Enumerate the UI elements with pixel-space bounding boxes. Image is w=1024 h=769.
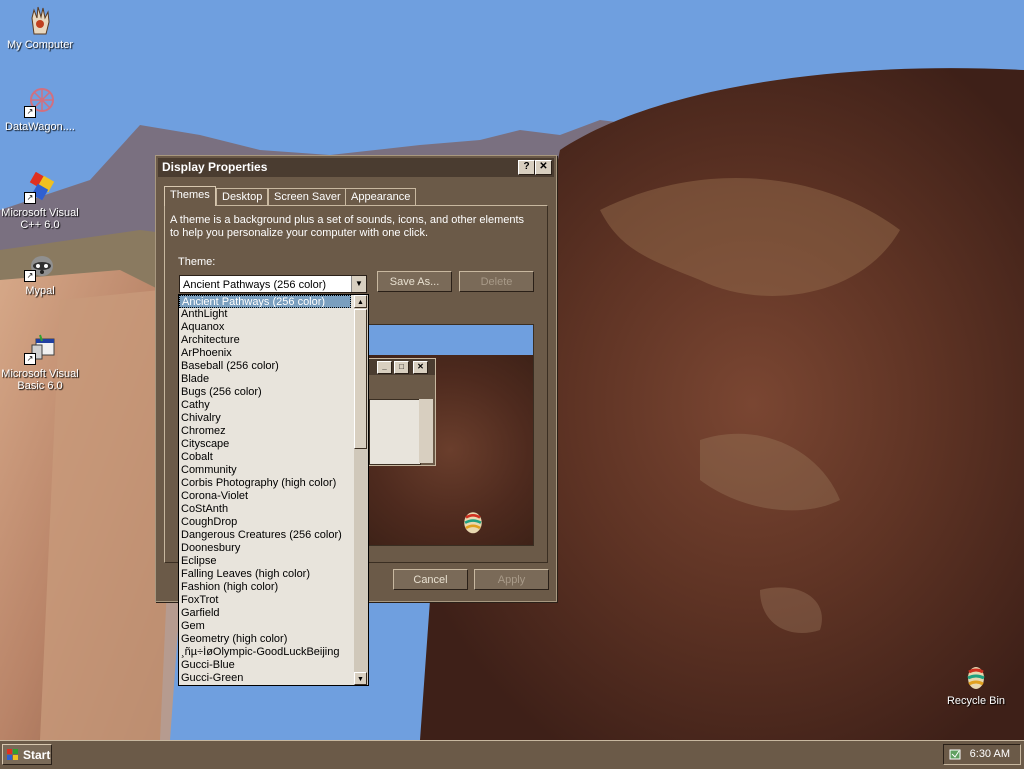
theme-list-item[interactable]: Geometry (high color)	[179, 633, 353, 646]
theme-list-item[interactable]: Bugs (256 color)	[179, 386, 353, 399]
desktop-icon-mypal[interactable]: ↗ Mypal	[0, 250, 80, 297]
shortcut-arrow-icon: ↗	[24, 353, 36, 365]
tab-screen-saver[interactable]: Screen Saver	[268, 188, 347, 205]
theme-list-item[interactable]: ¸ñµ÷ÍøOlympic-GoodLuckBeijing	[179, 646, 353, 659]
shortcut-arrow-icon: ↗	[24, 106, 36, 118]
start-label: Start	[23, 748, 51, 762]
desktop-icon-visual-cpp[interactable]: ↗ Microsoft Visual C++ 6.0	[0, 171, 80, 231]
theme-list-item[interactable]: Cityscape	[179, 438, 353, 451]
tab-themes[interactable]: Themes	[164, 186, 216, 206]
theme-list-item[interactable]: Chromez	[179, 425, 353, 438]
desktop-icon-visual-basic[interactable]: ↗ Microsoft Visual Basic 6.0	[0, 333, 80, 392]
recycle-bin-icon	[960, 660, 992, 692]
theme-list-item[interactable]: Baseball (256 color)	[179, 360, 353, 373]
theme-list-item[interactable]: Dangerous Creatures (256 color)	[179, 529, 353, 542]
desktop-icon-datawagon[interactable]: ↗ DataWagon....	[0, 86, 80, 133]
minimize-icon: _	[377, 361, 392, 374]
theme-list-item[interactable]: Fashion (high color)	[179, 581, 353, 594]
preview-recycle-bin-icon	[464, 512, 482, 534]
preview-mini-body	[369, 399, 421, 465]
tab-desktop[interactable]: Desktop	[216, 188, 269, 205]
visual-cpp-icon: ↗	[24, 171, 56, 204]
desktop-icon-label: My Computer	[6, 39, 74, 51]
theme-description: A theme is a background plus a set of so…	[170, 214, 525, 239]
visual-basic-icon: ↗	[24, 333, 56, 365]
desktop-icon-label: Microsoft Visual C++ 6.0	[1, 207, 79, 231]
theme-list-item[interactable]: CoughDrop	[179, 516, 353, 529]
theme-list-item[interactable]: Gucci-Green	[179, 672, 353, 685]
close-icon: ✕	[413, 361, 428, 374]
theme-list-item[interactable]: Chivalry	[179, 412, 353, 425]
theme-list-item[interactable]: Architecture	[179, 334, 353, 347]
tab-appearance[interactable]: Appearance	[345, 188, 417, 205]
theme-list-item[interactable]: Aquanox	[179, 321, 353, 334]
theme-list-item[interactable]: Corona-Violet	[179, 490, 353, 503]
preview-sky	[349, 325, 533, 355]
theme-list-scrollbar[interactable]: ▲ ▼	[354, 295, 368, 685]
taskbar: Start 6:30 AM	[0, 740, 1024, 769]
theme-list-item[interactable]: Doonesbury	[179, 542, 353, 555]
scrollbar-thumb[interactable]	[354, 309, 367, 449]
theme-list-item[interactable]: AnthLight	[179, 308, 353, 321]
desktop-icon-recycle-bin[interactable]: Recycle Bin	[936, 660, 1016, 707]
scroll-up-icon[interactable]: ▲	[354, 295, 367, 308]
theme-list-item[interactable]: CoStAnth	[179, 503, 353, 516]
theme-list-item[interactable]: Corbis Photography (high color)	[179, 477, 353, 490]
theme-list-item[interactable]: Blade	[179, 373, 353, 386]
theme-combobox-value: Ancient Pathways (256 color)	[183, 279, 327, 291]
chevron-down-icon[interactable]: ▼	[351, 276, 366, 292]
theme-combobox[interactable]: Ancient Pathways (256 color) ▼	[179, 275, 367, 293]
close-button[interactable]: ✕	[535, 160, 552, 175]
start-button[interactable]: Start	[2, 744, 52, 765]
wagon-wheel-icon: ↗	[24, 86, 56, 118]
help-button[interactable]: ?	[518, 160, 535, 175]
theme-list-item[interactable]: Cobalt	[179, 451, 353, 464]
theme-list-item[interactable]: Garfield	[179, 607, 353, 620]
scroll-down-icon[interactable]: ▼	[354, 672, 367, 685]
desktop-icon-label: Mypal	[25, 285, 55, 297]
desktop-icon-my-computer[interactable]: My Computer	[0, 4, 80, 51]
theme-list-item[interactable]: Eclipse	[179, 555, 353, 568]
raccoon-icon: ↗	[24, 250, 56, 282]
clock[interactable]: 6:30 AM	[970, 745, 1010, 764]
desktop-icon-label: Recycle Bin	[946, 695, 1006, 707]
apply-button[interactable]: Apply	[474, 569, 549, 590]
desktop-icon-label: Microsoft Visual Basic 6.0	[1, 368, 79, 392]
theme-list-item[interactable]: Falling Leaves (high color)	[179, 568, 353, 581]
delete-button[interactable]: Delete	[459, 271, 534, 292]
windows-logo-icon	[7, 749, 18, 760]
theme-list-item[interactable]: Ancient Pathways (256 color)	[179, 295, 351, 308]
preview-mini-titlebar: _ □ ✕	[369, 359, 435, 375]
window-titlebar[interactable]: Display Properties ? ✕	[158, 158, 554, 177]
theme-dropdown-list[interactable]: Ancient Pathways (256 color) AnthLight Aqu…	[178, 294, 369, 686]
theme-label: Theme:	[178, 256, 216, 268]
save-as-button[interactable]: Save As...	[377, 271, 452, 292]
theme-list-item[interactable]: FoxTrot	[179, 594, 353, 607]
shortcut-arrow-icon: ↗	[24, 192, 36, 204]
tray-app-icon[interactable]	[949, 748, 962, 761]
theme-list-item[interactable]: Gem	[179, 620, 353, 633]
preview-mini-window: _ □ ✕	[368, 358, 436, 466]
system-tray: 6:30 AM	[943, 744, 1021, 765]
theme-list-item[interactable]: ArPhoenix	[179, 347, 353, 360]
desktop-icon-label: DataWagon....	[5, 121, 75, 133]
shortcut-arrow-icon: ↗	[24, 270, 36, 282]
theme-list-item[interactable]: Community	[179, 464, 353, 477]
preview-mini-scrollbar	[419, 399, 433, 463]
theme-list-items: Ancient Pathways (256 color) AnthLight Aqu…	[179, 295, 368, 685]
hand-icon	[24, 4, 56, 36]
maximize-icon: □	[394, 361, 409, 374]
theme-list-item[interactable]: Gucci-Blue	[179, 659, 353, 672]
theme-list-item[interactable]: Cathy	[179, 399, 353, 412]
cancel-button[interactable]: Cancel	[393, 569, 468, 590]
window-title: Display Properties	[162, 160, 268, 174]
